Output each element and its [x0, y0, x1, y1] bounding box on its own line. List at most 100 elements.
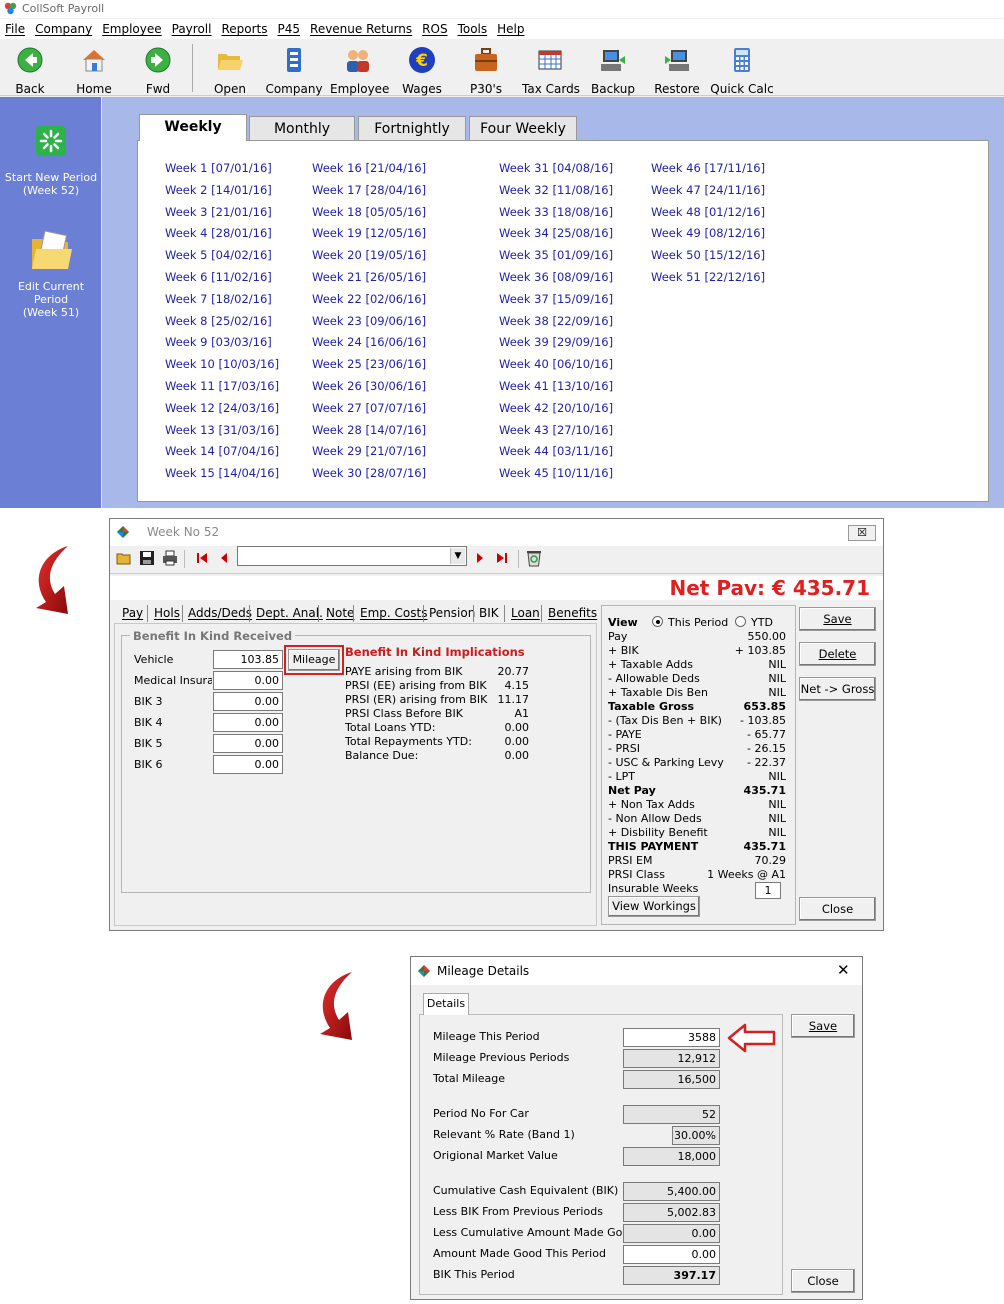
week-link[interactable]: Week 8 [25/02/16] — [165, 314, 279, 336]
recycle-bin-icon[interactable] — [526, 549, 542, 567]
view-workings-button[interactable]: View Workings — [608, 896, 700, 917]
week-link[interactable]: Week 51 [22/12/16] — [651, 270, 765, 292]
week-link[interactable]: Week 37 [15/09/16] — [499, 292, 613, 314]
tab-fortnightly[interactable]: Fortnightly — [358, 116, 466, 141]
week-link[interactable]: Week 42 [20/10/16] — [499, 401, 613, 423]
save-button[interactable]: Save — [799, 607, 876, 631]
start-new-period-button[interactable]: Start New Period (Week 52) — [0, 125, 102, 197]
week-link[interactable]: Week 11 [17/03/16] — [165, 379, 279, 401]
week-link[interactable]: Week 14 [07/04/16] — [165, 444, 279, 466]
bik-6-field[interactable]: 0.00 — [213, 755, 283, 774]
tab-benefits[interactable]: Benefits — [548, 606, 597, 620]
week-link[interactable]: Week 36 [08/09/16] — [499, 270, 613, 292]
tab-note[interactable]: Note — [326, 606, 354, 620]
close-button[interactable]: Close — [799, 897, 876, 921]
bik-vehicle-field[interactable]: 103.85 — [213, 650, 283, 669]
next-record-icon[interactable] — [474, 552, 486, 564]
week-link[interactable]: Week 13 [31/03/16] — [165, 423, 279, 445]
week-link[interactable]: Week 33 [18/08/16] — [499, 205, 613, 227]
tab-adds-deds[interactable]: Adds/Deds — [188, 606, 252, 620]
week-link[interactable]: Week 48 [01/12/16] — [651, 205, 765, 227]
week-link[interactable]: Week 5 [04/02/16] — [165, 248, 279, 270]
save-disk-icon[interactable] — [139, 550, 155, 566]
tab-bik[interactable]: BIK — [479, 606, 499, 620]
tab-pay[interactable]: Pay — [122, 606, 143, 620]
tab-monthly[interactable]: Monthly — [249, 116, 355, 141]
week-link[interactable]: Week 3 [21/01/16] — [165, 205, 279, 227]
week-link[interactable]: Week 43 [27/10/16] — [499, 423, 613, 445]
menu-revenue-returns[interactable]: Revenue Returns — [305, 19, 417, 39]
home-button[interactable]: Home — [72, 44, 116, 96]
company-button[interactable]: Company — [264, 44, 324, 96]
quick-calc-button[interactable]: Quick Calc — [710, 44, 774, 96]
menu-reports[interactable]: Reports — [216, 19, 272, 39]
menu-payroll[interactable]: Payroll — [167, 19, 217, 39]
week-link[interactable]: Week 24 [16/06/16] — [312, 335, 426, 357]
menu-tools[interactable]: Tools — [453, 19, 493, 39]
week-link[interactable]: Week 22 [02/06/16] — [312, 292, 426, 314]
close-icon[interactable]: ✕ — [837, 961, 850, 979]
week-link[interactable]: Week 30 [28/07/16] — [312, 466, 426, 488]
week-link[interactable]: Week 18 [05/05/16] — [312, 205, 426, 227]
week-link[interactable]: Week 27 [07/07/16] — [312, 401, 426, 423]
week-link[interactable]: Week 41 [13/10/16] — [499, 379, 613, 401]
net-to-gross-button[interactable]: Net -> Gross — [799, 677, 876, 701]
tab-four-weekly[interactable]: Four Weekly — [469, 116, 577, 141]
tax-cards-button[interactable]: Tax Cards — [522, 44, 580, 96]
week-link[interactable]: Week 39 [29/09/16] — [499, 335, 613, 357]
delete-button[interactable]: Delete — [799, 642, 876, 666]
menu-ros[interactable]: ROS — [417, 19, 452, 39]
menu-company[interactable]: Company — [30, 19, 97, 39]
tab-dept-anal[interactable]: Dept. Anal. — [256, 606, 323, 620]
bik-3-field[interactable]: 0.00 — [213, 692, 283, 711]
week-link[interactable]: Week 44 [03/11/16] — [499, 444, 613, 466]
week-link[interactable]: Week 9 [03/03/16] — [165, 335, 279, 357]
menu-help[interactable]: Help — [492, 19, 529, 39]
menu-employee[interactable]: Employee — [97, 19, 166, 39]
tab-details[interactable]: Details — [423, 993, 469, 1015]
tab-weekly[interactable]: Weekly — [139, 114, 247, 141]
week-link[interactable]: Week 26 [30/06/16] — [312, 379, 426, 401]
menu-file[interactable]: File — [0, 19, 30, 39]
open-folder-icon[interactable] — [116, 550, 132, 566]
first-record-icon[interactable] — [196, 552, 208, 564]
bik-5-field[interactable]: 0.00 — [213, 734, 283, 753]
week-link[interactable]: Week 34 [25/08/16] — [499, 226, 613, 248]
save-button[interactable]: Save — [791, 1014, 855, 1038]
mileage-button[interactable]: Mileage — [288, 649, 340, 671]
week-link[interactable]: Week 6 [11/02/16] — [165, 270, 279, 292]
view-this-period-radio[interactable] — [652, 616, 663, 627]
tab-loan[interactable]: Loan — [511, 606, 540, 620]
week-link[interactable]: Week 10 [10/03/16] — [165, 357, 279, 379]
forward-button[interactable]: Fwd — [136, 44, 180, 96]
employee-selector-combo[interactable]: ▼ — [237, 546, 467, 566]
week-link[interactable]: Week 19 [12/05/16] — [312, 226, 426, 248]
previous-record-icon[interactable] — [218, 552, 230, 564]
chevron-down-icon[interactable]: ▼ — [450, 548, 465, 564]
tab-hols[interactable]: Hols — [154, 606, 180, 620]
mileage-row-field[interactable]: 3588 — [623, 1028, 720, 1047]
week-link[interactable]: Week 2 [14/01/16] — [165, 183, 279, 205]
tab-emp-costs[interactable]: Emp. Costs — [360, 606, 427, 620]
week-link[interactable]: Week 15 [14/04/16] — [165, 466, 279, 488]
week-link[interactable]: Week 21 [26/05/16] — [312, 270, 426, 292]
week-link[interactable]: Week 29 [21/07/16] — [312, 444, 426, 466]
bik-medical-field[interactable]: 0.00 — [213, 671, 283, 690]
employee-button[interactable]: Employee — [330, 44, 389, 96]
week-link[interactable]: Week 16 [21/04/16] — [312, 161, 426, 183]
week-link[interactable]: Week 49 [08/12/16] — [651, 226, 765, 248]
week-link[interactable]: Week 23 [09/06/16] — [312, 314, 426, 336]
backup-button[interactable]: Backup — [588, 44, 638, 96]
bik-4-field[interactable]: 0.00 — [213, 713, 283, 732]
week-link[interactable]: Week 50 [15/12/16] — [651, 248, 765, 270]
week-link[interactable]: Week 28 [14/07/16] — [312, 423, 426, 445]
week-link[interactable]: Week 1 [07/01/16] — [165, 161, 279, 183]
last-record-icon[interactable] — [496, 552, 508, 564]
tab-pension[interactable]: Pension — [429, 606, 475, 620]
week-link[interactable]: Week 4 [28/01/16] — [165, 226, 279, 248]
week-link[interactable]: Week 31 [04/08/16] — [499, 161, 613, 183]
week-link[interactable]: Week 25 [23/06/16] — [312, 357, 426, 379]
week-link[interactable]: Week 7 [18/02/16] — [165, 292, 279, 314]
insurable-weeks-field[interactable]: 1 — [755, 882, 781, 899]
week-link[interactable]: Week 35 [01/09/16] — [499, 248, 613, 270]
